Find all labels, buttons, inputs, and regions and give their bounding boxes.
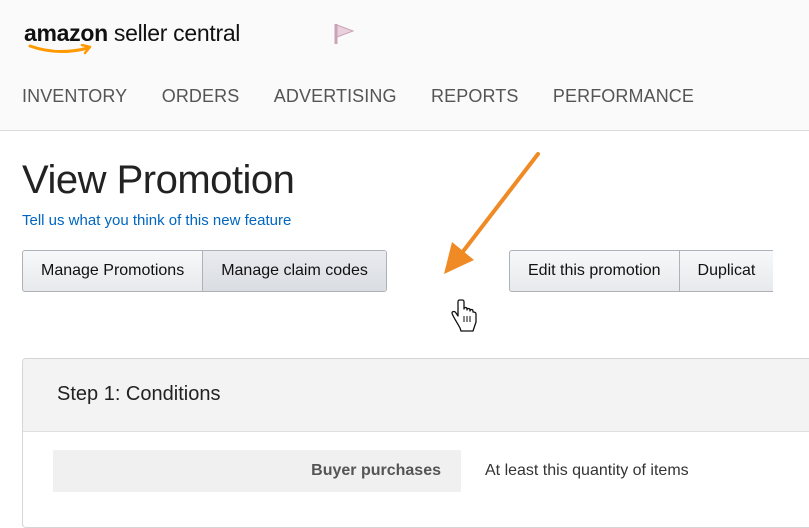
page-title: View Promotion — [22, 158, 295, 202]
promotion-actions-group: Manage Promotions Manage claim codes — [22, 250, 387, 292]
nav-performance[interactable]: PERFORMANCE — [553, 86, 694, 107]
logo-suffix: seller central — [107, 20, 241, 46]
step1-header: Step 1: Conditions — [23, 359, 809, 432]
amazon-smile-icon — [28, 44, 92, 55]
condition-label: Buyer purchases — [53, 450, 461, 492]
nav-reports[interactable]: REPORTS — [431, 86, 518, 107]
nav-advertising[interactable]: ADVERTISING — [274, 86, 397, 107]
top-header: amazon seller central INVENTORY ORDERS A… — [0, 0, 809, 131]
nav-orders[interactable]: ORDERS — [162, 86, 240, 107]
edit-actions-group: Edit this promotion Duplicat — [509, 250, 774, 292]
feedback-link[interactable]: Tell us what you think of this new featu… — [22, 212, 291, 229]
manage-promotions-button[interactable]: Manage Promotions — [23, 251, 202, 291]
manage-claim-codes-button[interactable]: Manage claim codes — [202, 251, 386, 291]
condition-value: At least this quantity of items — [485, 462, 689, 479]
main-nav: INVENTORY ORDERS ADVERTISING REPORTS PER… — [22, 86, 724, 110]
logo-brand: amazon — [24, 20, 108, 46]
condition-row: Buyer purchases At least this quantity o… — [53, 450, 809, 492]
step1-title: Step 1: Conditions — [57, 383, 221, 405]
duplicate-promotion-button[interactable]: Duplicat — [678, 251, 774, 291]
step1-panel: Step 1: Conditions Buyer purchases At le… — [22, 358, 809, 528]
hand-cursor-icon — [451, 299, 477, 332]
flag-icon[interactable] — [333, 22, 355, 46]
nav-inventory[interactable]: INVENTORY — [22, 86, 127, 107]
edit-promotion-button[interactable]: Edit this promotion — [510, 251, 679, 291]
